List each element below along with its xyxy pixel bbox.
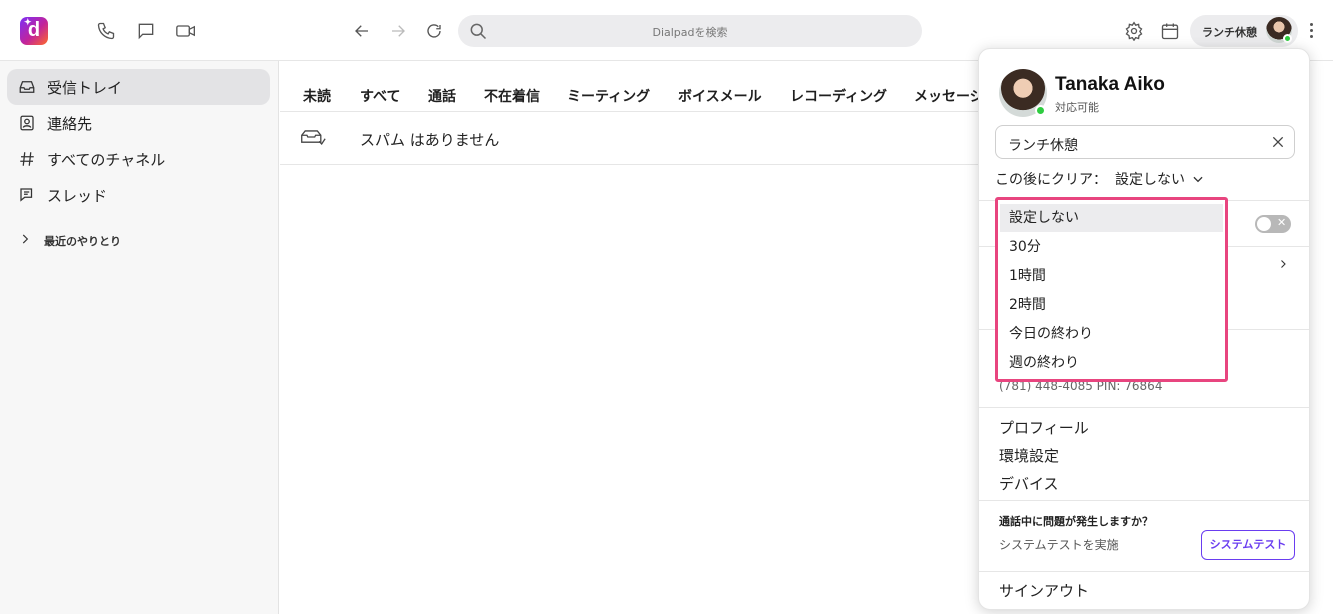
devices-link[interactable]: デバイス — [999, 473, 1059, 494]
search-bar[interactable]: Dialpadを検索 — [458, 15, 922, 47]
clear-after-value: 設定しない — [1115, 172, 1185, 188]
search-placeholder: Dialpadを検索 — [652, 26, 728, 39]
sidebar-item-label: スレッド — [47, 186, 108, 205]
spam-tray-icon — [300, 128, 326, 150]
sign-out-link[interactable]: サインアウト — [999, 580, 1089, 601]
tab-voicemail[interactable]: ボイスメール — [678, 86, 762, 106]
inbox-tabs: 未読 すべて 通話 不在着信 ミーティング ボイスメール レコーディング メッセ… — [280, 61, 984, 112]
avatar[interactable] — [1266, 17, 1292, 43]
calendar-icon[interactable] — [1158, 19, 1182, 43]
empty-state-row: スパム はありません — [280, 112, 980, 165]
dialpad-logo[interactable]: ✦ d — [20, 17, 48, 45]
inbox-icon — [7, 78, 47, 96]
dnd-toggle[interactable]: ✕ — [1255, 215, 1291, 233]
sidebar-item-channels[interactable]: すべてのチャネル — [7, 141, 270, 177]
reload-icon[interactable] — [422, 19, 446, 43]
dropdown-option-end-of-week[interactable]: 週の終わり — [1000, 349, 1223, 377]
dropdown-option-2hours[interactable]: 2時間 — [1000, 291, 1223, 319]
call-issue-subtext: システムテストを実施 — [999, 538, 1119, 552]
availability-status[interactable]: 対応可能 — [1055, 99, 1099, 115]
status-message-field[interactable]: ランチ休憩 — [995, 125, 1295, 159]
recent-conversations-toggle[interactable]: 最近のやりとり — [18, 231, 121, 250]
contacts-icon — [7, 114, 47, 132]
system-test-button[interactable]: システムテスト — [1201, 530, 1295, 560]
profile-name: Tanaka Aiko — [1055, 74, 1165, 95]
hash-icon — [7, 150, 47, 168]
tab-meetings[interactable]: ミーティング — [567, 86, 650, 106]
online-dot — [1035, 105, 1046, 116]
phone-icon[interactable] — [94, 19, 118, 43]
close-icon[interactable] — [1270, 134, 1286, 154]
divider — [979, 407, 1309, 408]
sidebar-item-inbox[interactable]: 受信トレイ — [7, 69, 270, 105]
profile-avatar — [999, 69, 1047, 117]
forward-arrow-icon[interactable] — [386, 19, 410, 43]
empty-state-text: スパム はありません — [360, 131, 500, 149]
tab-calls[interactable]: 通話 — [428, 86, 456, 106]
clear-after-select[interactable]: この後にクリア： 設定しない — [995, 169, 1205, 189]
status-pill-label: ランチ休憩 — [1202, 26, 1257, 39]
sidebar-item-contacts[interactable]: 連絡先 — [7, 105, 270, 141]
recent-label: 最近のやりとり — [44, 234, 121, 248]
sidebar-item-label: すべてのチャネル — [47, 150, 166, 169]
chevron-down-icon — [1191, 172, 1205, 186]
threads-icon — [7, 186, 47, 204]
tab-all[interactable]: すべて — [360, 86, 400, 106]
dropdown-option-end-of-day[interactable]: 今日の終わり — [1000, 320, 1223, 348]
video-icon[interactable] — [174, 19, 198, 43]
tab-messages[interactable]: メッセージ — [914, 86, 984, 106]
online-dot — [1283, 34, 1292, 43]
sidebar-item-threads[interactable]: スレッド — [7, 177, 270, 213]
dropdown-option-30min[interactable]: 30分 — [1000, 233, 1223, 261]
more-menu-icon[interactable] — [1306, 20, 1316, 42]
sidebar-item-label: 受信トレイ — [47, 78, 123, 97]
divider — [979, 500, 1309, 501]
sidebar: 受信トレイ 連絡先 すべてのチャネル スレッド 最近のやりとり — [0, 61, 279, 614]
divider — [979, 571, 1309, 572]
profile-link[interactable]: プロフィール — [999, 417, 1089, 438]
back-arrow-icon[interactable] — [350, 19, 374, 43]
dropdown-option-1hour[interactable]: 1時間 — [1000, 262, 1223, 290]
preferences-link[interactable]: 環境設定 — [999, 445, 1059, 466]
clear-after-label: この後にクリア： — [995, 172, 1107, 188]
gear-icon[interactable] — [1122, 19, 1146, 43]
dropdown-option-never[interactable]: 設定しない — [1000, 204, 1223, 232]
clear-after-dropdown: 設定しない 30分 1時間 2時間 今日の終わり 週の終わり — [995, 197, 1228, 382]
chevron-right-icon — [18, 231, 32, 250]
call-issue-heading: 通話中に問題が発生しますか？ — [999, 515, 1153, 528]
tab-recordings[interactable]: レコーディング — [790, 86, 887, 106]
chevron-right-icon[interactable] — [1277, 255, 1289, 274]
tab-missed[interactable]: 不在着信 — [484, 86, 540, 106]
sidebar-item-label: 連絡先 — [47, 114, 93, 133]
chat-icon[interactable] — [134, 19, 158, 43]
status-message-value: ランチ休憩 — [1008, 138, 1078, 154]
tab-unread[interactable]: 未読 — [303, 86, 331, 106]
